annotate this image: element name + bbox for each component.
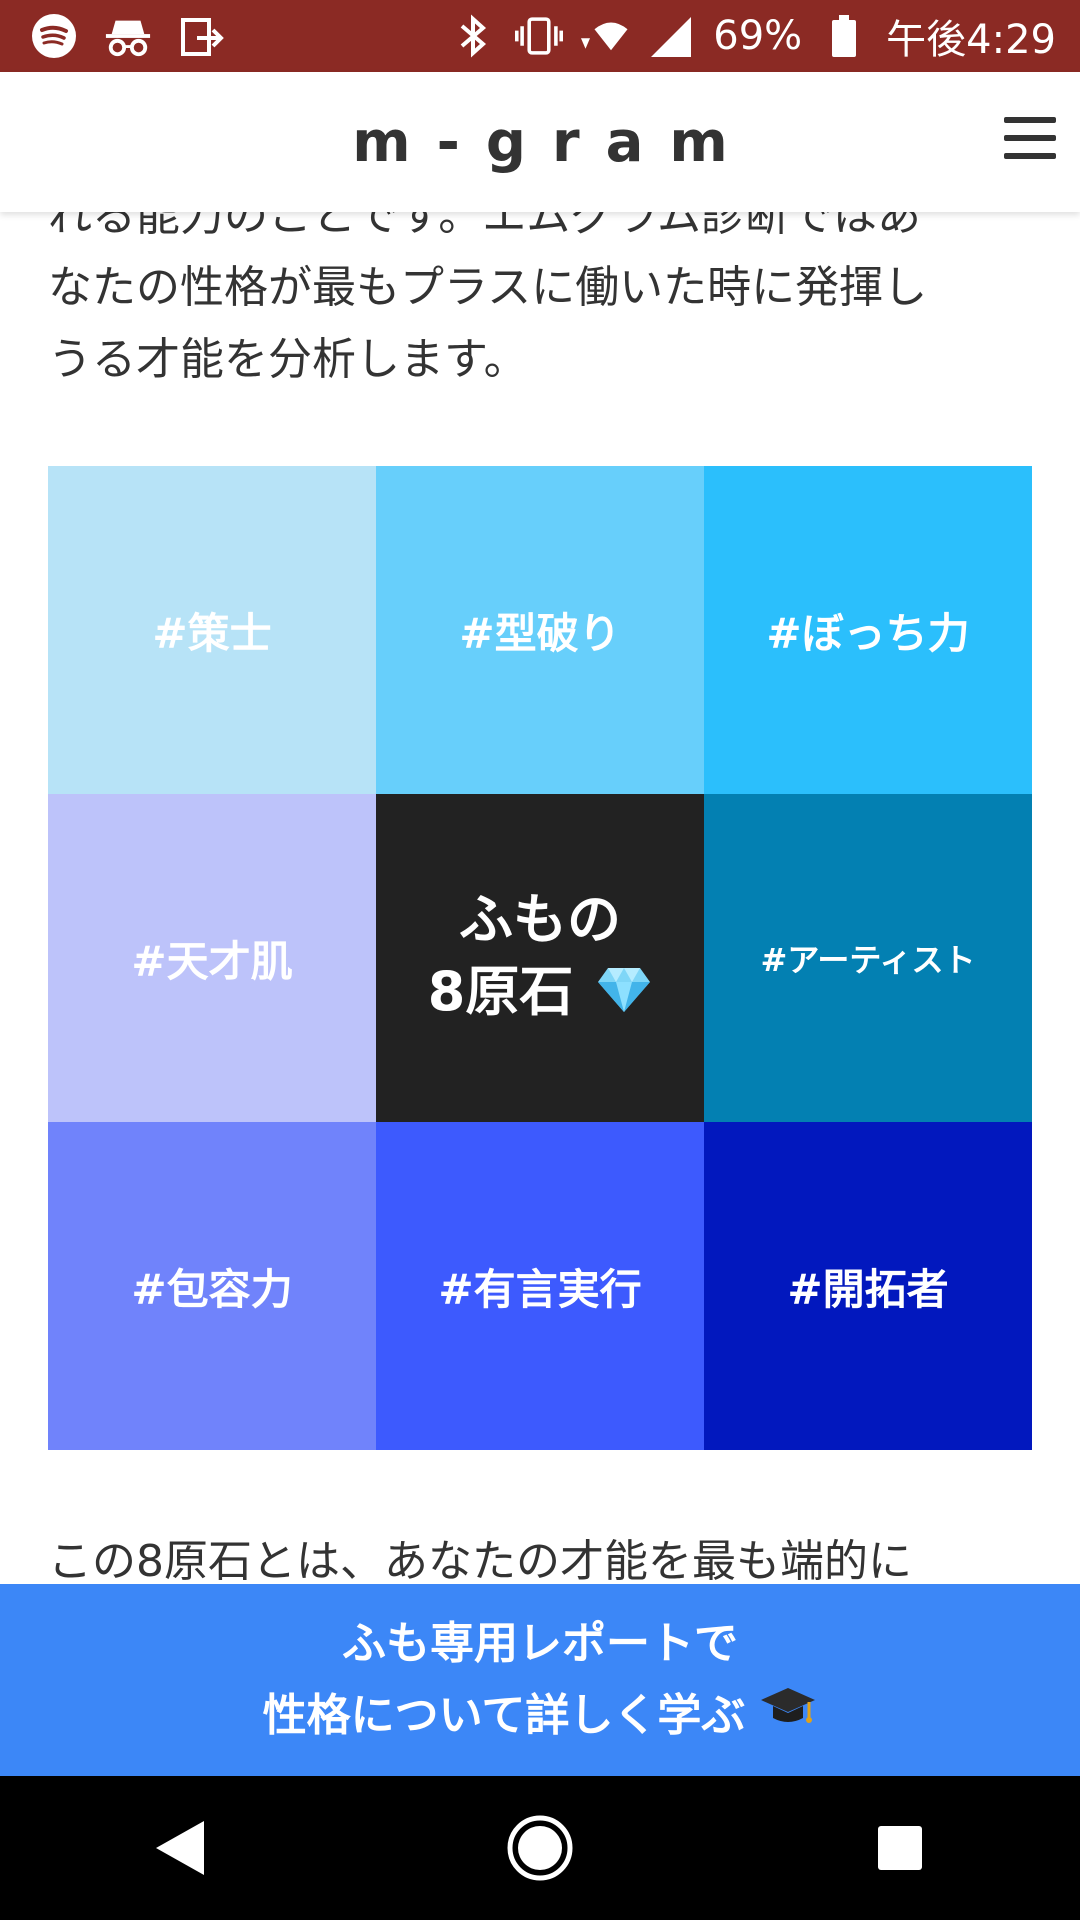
- talent-label: #アーティスト: [760, 941, 976, 979]
- center-title-line2: 8原石: [427, 960, 574, 1024]
- cta-line2: 性格について詳しく学ぶ: [262, 1690, 746, 1741]
- recents-icon[interactable]: [850, 1798, 950, 1898]
- bluetooth-icon: [449, 12, 497, 60]
- back-icon[interactable]: [130, 1798, 230, 1898]
- talent-label: #包容力: [131, 1264, 293, 1314]
- cta-line1: ふも専用レポートで: [342, 1618, 738, 1669]
- status-bar: 69% 午後4:29: [0, 0, 1080, 72]
- hamburger-menu-icon[interactable]: [1004, 117, 1056, 167]
- graduation-cap-icon: [759, 1680, 817, 1752]
- talent-cell: #天才肌: [48, 794, 376, 1122]
- report-cta-button[interactable]: ふも専用レポートで 性格について詳しく学ぶ: [0, 1584, 1080, 1776]
- talent-cell: #アーティスト: [704, 794, 1032, 1122]
- talent-cell: #ぼっち力: [704, 466, 1032, 794]
- eight-gems-center-cell: ふもの 8原石: [376, 794, 704, 1122]
- app-header: m-gram: [0, 72, 1080, 212]
- talent-cell: #包容力: [48, 1122, 376, 1450]
- site-logo[interactable]: m-gram: [352, 110, 753, 175]
- cast-icon: [178, 12, 226, 60]
- signal-icon: [647, 12, 695, 60]
- talent-label: #ぼっち力: [766, 608, 970, 658]
- vibrate-icon: [515, 12, 564, 60]
- battery-icon: [820, 12, 868, 60]
- cta-line2-wrap: 性格について詳しく学ぶ: [263, 1680, 818, 1752]
- talent-label: #型破り: [459, 608, 621, 658]
- battery-percentage: 69%: [713, 13, 803, 59]
- talent-grid: #策士 #型破り #ぼっち力 #天才肌 ふもの 8原石 #アーティスト #包容力…: [48, 466, 1032, 1450]
- talent-label: #開拓者: [787, 1264, 949, 1314]
- talent-label: #天才肌: [131, 936, 293, 986]
- talent-cell: #型破り: [376, 466, 704, 794]
- talent-cell: #開拓者: [704, 1122, 1032, 1450]
- talent-label: #策士: [152, 608, 272, 658]
- gem-icon: [596, 960, 652, 1032]
- talent-label: #有言実行: [438, 1264, 642, 1314]
- system-nav-bar: [0, 1776, 1080, 1920]
- intro-paragraph: れる能力のことです。エムグラム診断ではあ なたの性格が最もプラスに働いた時に発揮…: [48, 190, 928, 385]
- home-icon[interactable]: [490, 1798, 590, 1898]
- talent-cell: #策士: [48, 466, 376, 794]
- center-title-line1: ふもの: [459, 888, 621, 952]
- incognito-icon: [104, 12, 152, 60]
- clock: 午後4:29: [886, 17, 1056, 63]
- spotify-icon: [30, 12, 78, 60]
- article-content: れる能力のことです。エムグラム診断ではあ なたの性格が最もプラスに働いた時に発揮…: [48, 180, 1032, 396]
- wifi-icon: [581, 12, 629, 60]
- center-title-line2-wrap: 8原石: [428, 956, 652, 1031]
- talent-cell: #有言実行: [376, 1122, 704, 1450]
